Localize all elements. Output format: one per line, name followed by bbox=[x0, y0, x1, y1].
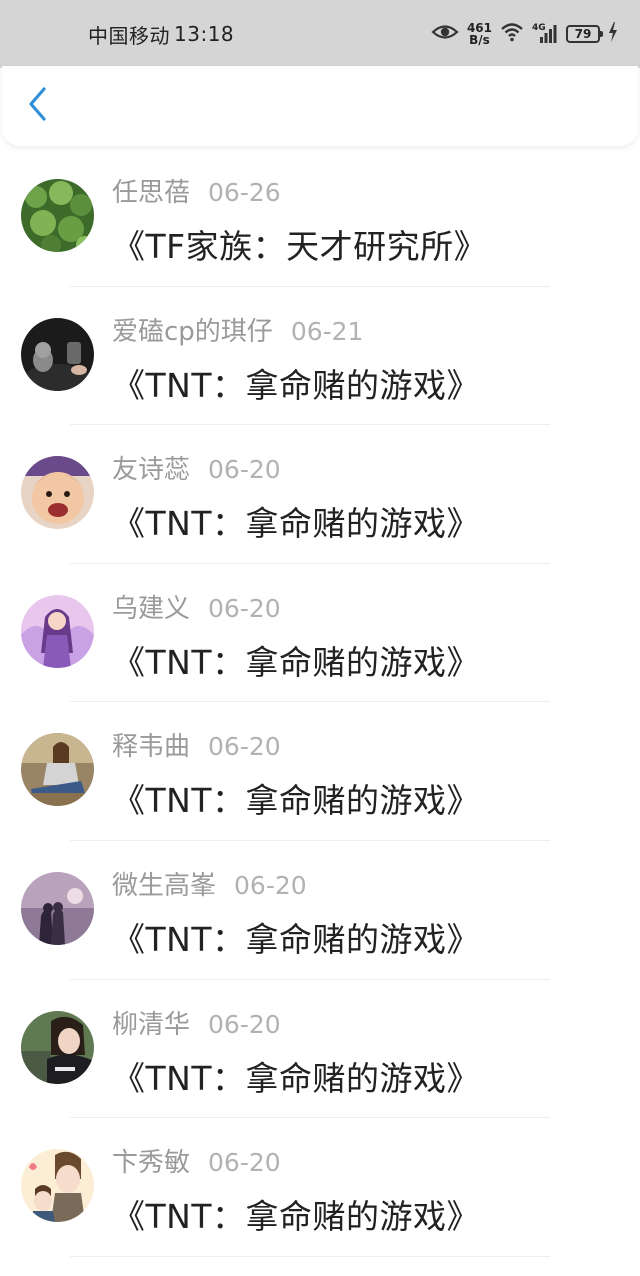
status-right: 461 B/s 4G 79 bbox=[431, 0, 618, 68]
item-meta: 柳清华 06-20 bbox=[112, 1004, 281, 1041]
item-date: 06-20 bbox=[208, 1148, 281, 1178]
user-name: 柳清华 bbox=[112, 1009, 191, 1040]
item-meta: 爱磕cp的琪仔 06-21 bbox=[112, 311, 363, 348]
back-button[interactable] bbox=[18, 84, 58, 128]
item-meta: 友诗蕊 06-20 bbox=[112, 449, 281, 486]
status-left: 中国移动 13:18 bbox=[88, 0, 234, 68]
user-name: 微生高峯 bbox=[112, 870, 217, 901]
item-title: 《TNT：拿命赌的游戏》 bbox=[112, 642, 481, 682]
charging-bolt-icon bbox=[608, 22, 618, 46]
battery-level: 79 bbox=[574, 27, 592, 41]
avatar[interactable] bbox=[21, 317, 94, 391]
item-meta: 微生高峯 06-20 bbox=[112, 865, 307, 902]
item-meta: 卞秀敏 06-20 bbox=[112, 1142, 281, 1179]
list-item[interactable]: 柳清华 06-20 《TNT：拿命赌的游戏》 bbox=[0, 980, 640, 1119]
item-meta: 释韦曲 06-20 bbox=[112, 726, 281, 763]
user-name: 友诗蕊 bbox=[112, 455, 191, 486]
item-title: 《TNT：拿命赌的游戏》 bbox=[112, 1058, 481, 1098]
avatar[interactable] bbox=[21, 733, 94, 807]
item-date: 06-20 bbox=[234, 870, 307, 900]
avatar[interactable] bbox=[21, 871, 94, 945]
carrier-label: 中国移动 bbox=[88, 23, 170, 48]
user-name: 任思蓓 bbox=[112, 178, 191, 208]
battery-icon: 79 bbox=[566, 25, 603, 43]
list-item[interactable]: 任思蓓 06-26 《TF家族：天才研究所》 bbox=[0, 148, 640, 287]
eye-icon bbox=[431, 23, 459, 45]
item-date: 06-20 bbox=[208, 1009, 281, 1039]
item-date: 06-20 bbox=[208, 593, 281, 623]
list-item[interactable]: 微生高峯 06-20 《TNT：拿命赌的游戏》 bbox=[0, 841, 640, 980]
list-item[interactable]: 友诗蕊 06-20 《TNT：拿命赌的游戏》 bbox=[0, 425, 640, 564]
list-item[interactable]: 乌建义 06-20 《TNT：拿命赌的游戏》 bbox=[0, 564, 640, 703]
item-title: 《TNT：拿命赌的游戏》 bbox=[112, 1197, 481, 1237]
user-name: 释韦曲 bbox=[112, 732, 191, 763]
wifi-icon bbox=[500, 22, 524, 46]
item-meta: 任思蓓 06-26 bbox=[112, 172, 281, 209]
item-date: 06-26 bbox=[208, 178, 281, 207]
item-title: 《TF家族：天才研究所》 bbox=[112, 227, 488, 266]
cell-signal-icon: 4G bbox=[532, 23, 558, 45]
list-item[interactable]: 卞秀敏 06-20 《TNT：拿命赌的游戏》 bbox=[0, 1118, 640, 1257]
net-speed-unit: B/s bbox=[469, 33, 490, 47]
item-date: 06-21 bbox=[290, 316, 364, 346]
item-meta: 乌建义 06-20 bbox=[112, 588, 281, 625]
net-speed: 461 B/s bbox=[467, 22, 492, 46]
item-date: 06-20 bbox=[208, 732, 281, 762]
user-name: 乌建义 bbox=[112, 593, 191, 624]
avatar[interactable] bbox=[21, 594, 94, 668]
avatar[interactable] bbox=[21, 1149, 94, 1223]
app-header bbox=[2, 66, 638, 146]
item-title: 《TNT：拿命赌的游戏》 bbox=[112, 781, 481, 821]
list-item[interactable]: 爱磕cp的琪仔 06-21 《TNT：拿命赌的游戏》 bbox=[0, 287, 640, 426]
item-title: 《TNT：拿命赌的游戏》 bbox=[112, 919, 481, 959]
item-title: 《TNT：拿命赌的游戏》 bbox=[112, 365, 481, 405]
avatar[interactable] bbox=[21, 456, 94, 530]
user-name: 卞秀敏 bbox=[112, 1148, 191, 1179]
chevron-left-icon bbox=[27, 86, 49, 126]
list-item[interactable]: 释韦曲 06-20 《TNT：拿命赌的游戏》 bbox=[0, 702, 640, 841]
user-name: 爱磕cp的琪仔 bbox=[112, 316, 273, 347]
avatar[interactable] bbox=[21, 179, 94, 252]
avatar[interactable] bbox=[21, 1010, 94, 1084]
clock: 13:18 bbox=[174, 22, 235, 46]
status-bar: 中国移动 13:18 461 B/s 4G 79 bbox=[0, 0, 640, 68]
item-title: 《TNT：拿命赌的游戏》 bbox=[112, 504, 481, 544]
divider bbox=[70, 1255, 550, 1257]
comment-list: 任思蓓 06-26 《TF家族：天才研究所》 爱磕cp的琪仔 06-21 《TN… bbox=[0, 148, 640, 1257]
item-date: 06-20 bbox=[208, 455, 281, 485]
